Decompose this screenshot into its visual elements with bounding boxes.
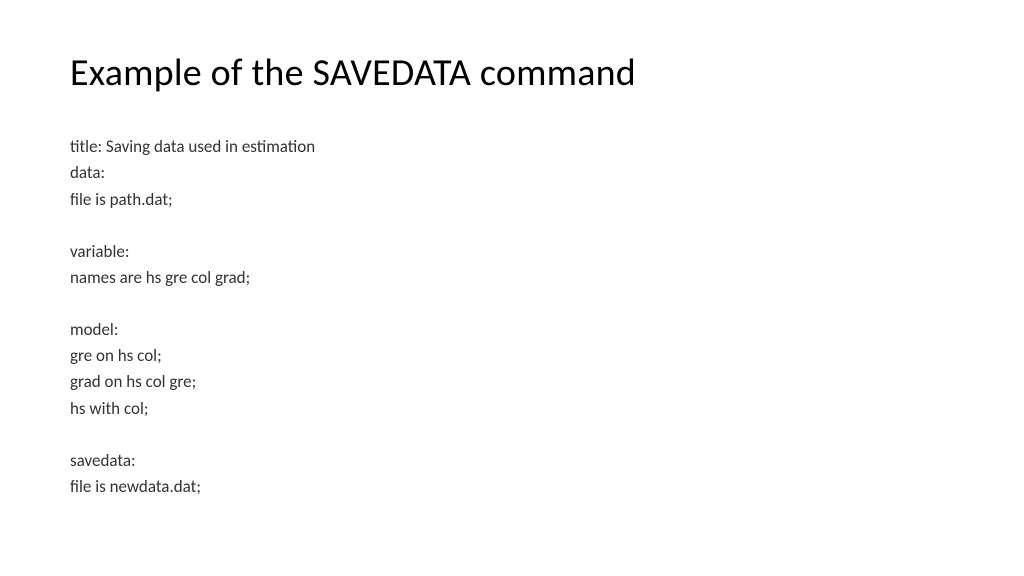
code-line: file is newdata.dat;: [70, 474, 954, 500]
code-line: file is path.dat;: [70, 187, 954, 213]
code-line: gre on hs col;: [70, 343, 954, 369]
blank-line: [70, 213, 954, 239]
slide-title: Example of the SAVEDATA command: [70, 50, 954, 96]
code-block: title: Saving data used in estimation da…: [70, 134, 954, 500]
code-line: grad on hs col gre;: [70, 369, 954, 395]
code-line: hs with col;: [70, 396, 954, 422]
code-line: title: Saving data used in estimation: [70, 134, 954, 160]
code-line: names are hs gre col grad;: [70, 265, 954, 291]
code-line: data:: [70, 160, 954, 186]
blank-line: [70, 291, 954, 317]
code-line: variable:: [70, 239, 954, 265]
code-line: savedata:: [70, 448, 954, 474]
code-line: model:: [70, 317, 954, 343]
blank-line: [70, 422, 954, 448]
